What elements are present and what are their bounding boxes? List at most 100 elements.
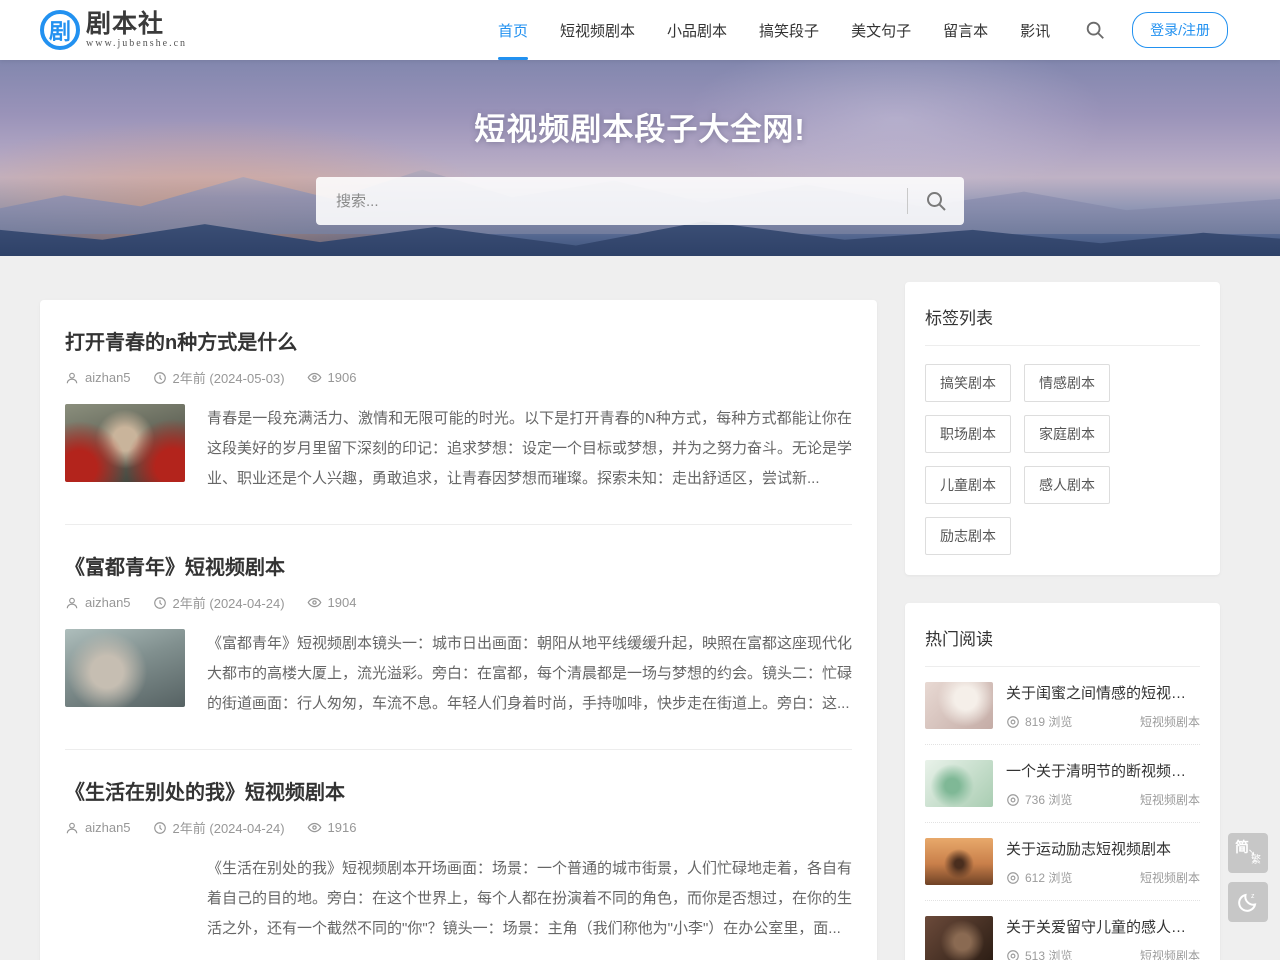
article-title-link[interactable]: 《富都青年》短视频剧本 [65, 551, 852, 580]
user-icon [65, 371, 79, 385]
tag-inspirational-script[interactable]: 励志剧本 [925, 517, 1011, 555]
view-count: 1906 [328, 370, 357, 385]
publish-date: 2年前 (2024-04-24) [173, 593, 285, 612]
hero-search-bar [316, 177, 964, 225]
nav-item-sketch-scripts[interactable]: 小品剧本 [667, 0, 727, 60]
date-meta: 2年前 (2024-05-03) [153, 368, 285, 387]
tag-list-title: 标签列表 [925, 304, 1200, 346]
hot-item-title: 关于运动励志短视频剧本 [1006, 838, 1200, 859]
simplified-char: 简 [1235, 840, 1249, 854]
hot-item-views: 736 浏览 [1006, 791, 1072, 808]
hero-search-input[interactable] [316, 193, 907, 210]
hot-item-category[interactable]: 短视频剧本 [1140, 869, 1200, 886]
hot-item-category[interactable]: 短视频剧本 [1140, 947, 1200, 960]
hot-list-item[interactable]: 关于闺蜜之间情感的短视频… 819 浏览 短视频剧本 [925, 667, 1200, 745]
eye-icon [307, 820, 322, 835]
article-meta: aizhan5 2年前 (2024-05-03) 1906 [65, 368, 852, 387]
article-item: 《富都青年》短视频剧本 aizhan5 2年前 (2024-04-24) 190… [65, 525, 852, 750]
moon-icon: z [1236, 890, 1260, 914]
article-excerpt: 青春是一段充满活力、激情和无限可能的时光。以下是打开青春的N种方式，每种方式都能… [207, 404, 852, 494]
top-navbar: 剧 剧本社 www.jubenshe.cn 首页 短视频剧本 小品剧本 搞笑段子… [0, 0, 1280, 60]
nav-item-home[interactable]: 首页 [498, 0, 528, 60]
hot-item-category[interactable]: 短视频剧本 [1140, 713, 1200, 730]
hot-item-thumbnail [925, 682, 993, 729]
article-thumbnail[interactable] [65, 854, 185, 932]
date-meta: 2年前 (2024-04-24) [153, 818, 285, 837]
hot-item-title: 关于关爱留守儿童的感人短… [1006, 916, 1200, 937]
hot-item-views: 612 浏览 [1006, 869, 1072, 886]
hero-banner: 短视频剧本段子大全网! [0, 60, 1280, 256]
nav-item-movie-news[interactable]: 影讯 [1020, 0, 1050, 60]
article-title-link[interactable]: 打开青春的n种方式是什么 [65, 326, 852, 355]
site-title: 剧本社 [86, 12, 187, 37]
hot-item-views: 819 浏览 [1006, 713, 1072, 730]
search-icon[interactable] [1084, 19, 1106, 41]
tag-funny-script[interactable]: 搞笑剧本 [925, 364, 1011, 402]
nav-item-guestbook[interactable]: 留言本 [943, 0, 988, 60]
hot-list-item[interactable]: 关于关爱留守儿童的感人短… 513 浏览 短视频剧本 [925, 901, 1200, 960]
view-count: 1916 [328, 820, 357, 835]
clock-icon [153, 596, 167, 610]
author-name: aizhan5 [85, 370, 131, 385]
nav-item-short-video-scripts[interactable]: 短视频剧本 [560, 0, 635, 60]
article-thumbnail[interactable] [65, 629, 185, 707]
tag-list: 搞笑剧本 情感剧本 职场剧本 家庭剧本 儿童剧本 感人剧本 励志剧本 [925, 346, 1200, 555]
login-register-button[interactable]: 登录/注册 [1132, 12, 1228, 48]
tag-children-script[interactable]: 儿童剧本 [925, 466, 1011, 504]
date-meta: 2年前 (2024-04-24) [153, 593, 285, 612]
hot-item-views: 513 浏览 [1006, 947, 1072, 960]
tag-emotion-script[interactable]: 情感剧本 [1024, 364, 1110, 402]
hot-item-thumbnail [925, 916, 993, 960]
simplified-traditional-toggle-button[interactable]: 简 ➘ 繁 [1228, 833, 1268, 873]
eye-icon [1006, 793, 1020, 807]
clock-icon [153, 371, 167, 385]
article-excerpt: 《生活在别处的我》短视频剧本开场画面：场景：一个普通的城市街景，人们忙碌地走着，… [207, 854, 852, 944]
tag-touching-script[interactable]: 感人剧本 [1024, 466, 1110, 504]
magnifier-icon [924, 189, 948, 213]
site-domain: www.jubenshe.cn [86, 39, 187, 49]
eye-icon [307, 595, 322, 610]
hot-list-item[interactable]: 一个关于清明节的断视频剧本 736 浏览 短视频剧本 [925, 745, 1200, 823]
page-content: 打开青春的n种方式是什么 aizhan5 2年前 (2024-05-03) 19… [0, 256, 1280, 960]
tag-family-script[interactable]: 家庭剧本 [1024, 415, 1110, 453]
author-meta: aizhan5 [65, 595, 131, 610]
site-logo[interactable]: 剧 剧本社 www.jubenshe.cn [40, 10, 187, 50]
hot-list-item[interactable]: 关于运动励志短视频剧本 612 浏览 短视频剧本 [925, 823, 1200, 901]
nav-item-beautiful-sentences[interactable]: 美文句子 [851, 0, 911, 60]
article-thumbnail[interactable] [65, 404, 185, 482]
views-meta: 1916 [307, 820, 357, 835]
hot-item-title: 关于闺蜜之间情感的短视频… [1006, 682, 1200, 703]
sidebar: 标签列表 搞笑剧本 情感剧本 职场剧本 家庭剧本 儿童剧本 感人剧本 励志剧本 … [905, 282, 1220, 960]
views-meta: 1904 [307, 595, 357, 610]
author-meta: aizhan5 [65, 370, 131, 385]
hot-reading-title: 热门阅读 [925, 625, 1200, 667]
author-name: aizhan5 [85, 595, 131, 610]
publish-date: 2年前 (2024-04-24) [173, 818, 285, 837]
main-nav: 首页 短视频剧本 小品剧本 搞笑段子 美文句子 留言本 影讯 登录/注册 [482, 0, 1228, 60]
hot-item-category[interactable]: 短视频剧本 [1140, 791, 1200, 808]
hot-view-count: 736 浏览 [1025, 791, 1072, 808]
tag-workplace-script[interactable]: 职场剧本 [925, 415, 1011, 453]
user-icon [65, 821, 79, 835]
simplified-traditional-icon: 简 ➘ 繁 [1235, 840, 1261, 866]
hot-item-title: 一个关于清明节的断视频剧本 [1006, 760, 1200, 781]
eye-icon [307, 370, 322, 385]
article-meta: aizhan5 2年前 (2024-04-24) 1916 [65, 818, 852, 837]
hot-item-thumbnail [925, 838, 993, 885]
author-name: aizhan5 [85, 820, 131, 835]
eye-icon [1006, 871, 1020, 885]
article-item: 《生活在别处的我》短视频剧本 aizhan5 2年前 (2024-04-24) … [65, 750, 852, 960]
hero-search-button[interactable] [908, 177, 964, 225]
view-count: 1904 [328, 595, 357, 610]
author-meta: aizhan5 [65, 820, 131, 835]
hot-reading-card: 热门阅读 关于闺蜜之间情感的短视频… 819 浏览 短视频剧本 [905, 603, 1220, 960]
svg-text:z: z [1251, 893, 1255, 900]
user-icon [65, 596, 79, 610]
night-mode-button[interactable]: z [1228, 882, 1268, 922]
clock-icon [153, 821, 167, 835]
traditional-char: 繁 [1251, 856, 1261, 866]
article-excerpt: 《富都青年》短视频剧本镜头一：城市日出画面：朝阳从地平线缓缓升起，映照在富都这座… [207, 629, 852, 719]
hot-view-count: 819 浏览 [1025, 713, 1072, 730]
article-title-link[interactable]: 《生活在别处的我》短视频剧本 [65, 776, 852, 805]
nav-item-funny-jokes[interactable]: 搞笑段子 [759, 0, 819, 60]
